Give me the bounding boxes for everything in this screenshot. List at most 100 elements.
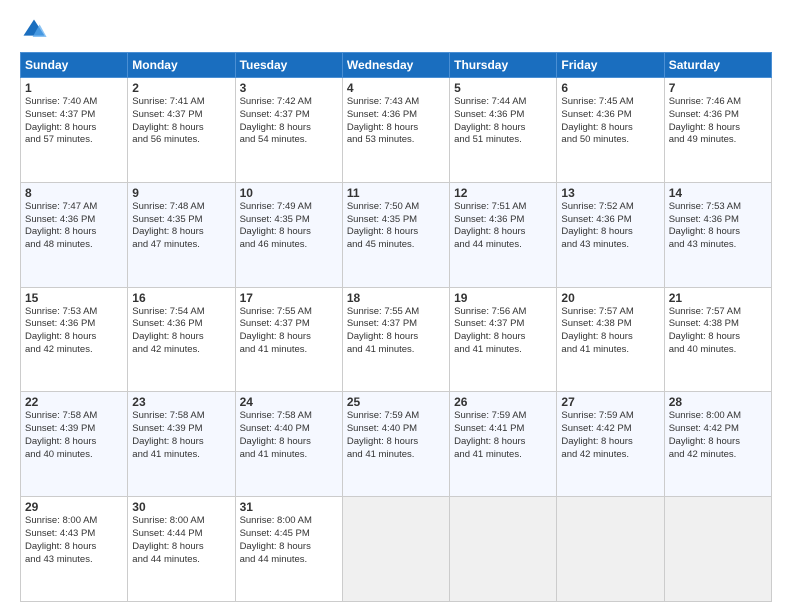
day-number: 1	[25, 81, 123, 95]
cell-content: Sunrise: 8:00 AMSunset: 4:45 PMDaylight:…	[240, 515, 338, 566]
cell-content: Sunrise: 7:59 AMSunset: 4:42 PMDaylight:…	[561, 410, 659, 461]
cell-content: Sunrise: 7:53 AMSunset: 4:36 PMDaylight:…	[25, 306, 123, 357]
cell-content: Sunrise: 7:55 AMSunset: 4:37 PMDaylight:…	[240, 306, 338, 357]
calendar-cell: 1Sunrise: 7:40 AMSunset: 4:37 PMDaylight…	[21, 78, 128, 183]
day-number: 22	[25, 395, 123, 409]
calendar-cell: 8Sunrise: 7:47 AMSunset: 4:36 PMDaylight…	[21, 182, 128, 287]
cell-content: Sunrise: 7:49 AMSunset: 4:35 PMDaylight:…	[240, 201, 338, 252]
calendar-cell: 31Sunrise: 8:00 AMSunset: 4:45 PMDayligh…	[235, 497, 342, 602]
day-number: 19	[454, 291, 552, 305]
logo-icon	[20, 16, 48, 44]
calendar-cell: 21Sunrise: 7:57 AMSunset: 4:38 PMDayligh…	[664, 287, 771, 392]
calendar-week-row: 22Sunrise: 7:58 AMSunset: 4:39 PMDayligh…	[21, 392, 772, 497]
day-number: 10	[240, 186, 338, 200]
day-number: 29	[25, 500, 123, 514]
calendar-cell: 7Sunrise: 7:46 AMSunset: 4:36 PMDaylight…	[664, 78, 771, 183]
day-number: 9	[132, 186, 230, 200]
day-number: 31	[240, 500, 338, 514]
day-number: 25	[347, 395, 445, 409]
day-number: 14	[669, 186, 767, 200]
cell-content: Sunrise: 7:58 AMSunset: 4:40 PMDaylight:…	[240, 410, 338, 461]
calendar-cell: 4Sunrise: 7:43 AMSunset: 4:36 PMDaylight…	[342, 78, 449, 183]
day-number: 6	[561, 81, 659, 95]
weekday-header-saturday: Saturday	[664, 53, 771, 78]
cell-content: Sunrise: 8:00 AMSunset: 4:42 PMDaylight:…	[669, 410, 767, 461]
calendar-cell	[450, 497, 557, 602]
calendar-cell: 23Sunrise: 7:58 AMSunset: 4:39 PMDayligh…	[128, 392, 235, 497]
day-number: 2	[132, 81, 230, 95]
calendar-cell: 15Sunrise: 7:53 AMSunset: 4:36 PMDayligh…	[21, 287, 128, 392]
calendar-cell: 26Sunrise: 7:59 AMSunset: 4:41 PMDayligh…	[450, 392, 557, 497]
cell-content: Sunrise: 7:50 AMSunset: 4:35 PMDaylight:…	[347, 201, 445, 252]
day-number: 27	[561, 395, 659, 409]
cell-content: Sunrise: 7:41 AMSunset: 4:37 PMDaylight:…	[132, 96, 230, 147]
page: SundayMondayTuesdayWednesdayThursdayFrid…	[0, 0, 792, 612]
calendar-cell: 24Sunrise: 7:58 AMSunset: 4:40 PMDayligh…	[235, 392, 342, 497]
day-number: 4	[347, 81, 445, 95]
cell-content: Sunrise: 7:59 AMSunset: 4:41 PMDaylight:…	[454, 410, 552, 461]
calendar-cell: 14Sunrise: 7:53 AMSunset: 4:36 PMDayligh…	[664, 182, 771, 287]
day-number: 30	[132, 500, 230, 514]
calendar-week-row: 15Sunrise: 7:53 AMSunset: 4:36 PMDayligh…	[21, 287, 772, 392]
day-number: 23	[132, 395, 230, 409]
day-number: 5	[454, 81, 552, 95]
weekday-header-friday: Friday	[557, 53, 664, 78]
day-number: 17	[240, 291, 338, 305]
cell-content: Sunrise: 7:44 AMSunset: 4:36 PMDaylight:…	[454, 96, 552, 147]
calendar-cell: 30Sunrise: 8:00 AMSunset: 4:44 PMDayligh…	[128, 497, 235, 602]
cell-content: Sunrise: 7:54 AMSunset: 4:36 PMDaylight:…	[132, 306, 230, 357]
cell-content: Sunrise: 7:45 AMSunset: 4:36 PMDaylight:…	[561, 96, 659, 147]
cell-content: Sunrise: 7:59 AMSunset: 4:40 PMDaylight:…	[347, 410, 445, 461]
calendar-cell: 6Sunrise: 7:45 AMSunset: 4:36 PMDaylight…	[557, 78, 664, 183]
day-number: 13	[561, 186, 659, 200]
day-number: 7	[669, 81, 767, 95]
weekday-header-thursday: Thursday	[450, 53, 557, 78]
cell-content: Sunrise: 7:57 AMSunset: 4:38 PMDaylight:…	[669, 306, 767, 357]
calendar-cell: 29Sunrise: 8:00 AMSunset: 4:43 PMDayligh…	[21, 497, 128, 602]
cell-content: Sunrise: 7:52 AMSunset: 4:36 PMDaylight:…	[561, 201, 659, 252]
calendar-table: SundayMondayTuesdayWednesdayThursdayFrid…	[20, 52, 772, 602]
day-number: 28	[669, 395, 767, 409]
calendar-cell: 12Sunrise: 7:51 AMSunset: 4:36 PMDayligh…	[450, 182, 557, 287]
cell-content: Sunrise: 8:00 AMSunset: 4:43 PMDaylight:…	[25, 515, 123, 566]
calendar-cell: 18Sunrise: 7:55 AMSunset: 4:37 PMDayligh…	[342, 287, 449, 392]
calendar-cell: 28Sunrise: 8:00 AMSunset: 4:42 PMDayligh…	[664, 392, 771, 497]
calendar-cell: 9Sunrise: 7:48 AMSunset: 4:35 PMDaylight…	[128, 182, 235, 287]
cell-content: Sunrise: 7:40 AMSunset: 4:37 PMDaylight:…	[25, 96, 123, 147]
calendar-cell: 19Sunrise: 7:56 AMSunset: 4:37 PMDayligh…	[450, 287, 557, 392]
weekday-header-wednesday: Wednesday	[342, 53, 449, 78]
cell-content: Sunrise: 7:58 AMSunset: 4:39 PMDaylight:…	[132, 410, 230, 461]
day-number: 24	[240, 395, 338, 409]
cell-content: Sunrise: 7:42 AMSunset: 4:37 PMDaylight:…	[240, 96, 338, 147]
day-number: 15	[25, 291, 123, 305]
cell-content: Sunrise: 7:56 AMSunset: 4:37 PMDaylight:…	[454, 306, 552, 357]
cell-content: Sunrise: 7:46 AMSunset: 4:36 PMDaylight:…	[669, 96, 767, 147]
calendar-cell	[557, 497, 664, 602]
cell-content: Sunrise: 7:58 AMSunset: 4:39 PMDaylight:…	[25, 410, 123, 461]
cell-content: Sunrise: 7:57 AMSunset: 4:38 PMDaylight:…	[561, 306, 659, 357]
day-number: 8	[25, 186, 123, 200]
weekday-header-tuesday: Tuesday	[235, 53, 342, 78]
header	[20, 16, 772, 44]
calendar-cell: 16Sunrise: 7:54 AMSunset: 4:36 PMDayligh…	[128, 287, 235, 392]
weekday-header-row: SundayMondayTuesdayWednesdayThursdayFrid…	[21, 53, 772, 78]
day-number: 11	[347, 186, 445, 200]
cell-content: Sunrise: 7:48 AMSunset: 4:35 PMDaylight:…	[132, 201, 230, 252]
calendar-cell: 20Sunrise: 7:57 AMSunset: 4:38 PMDayligh…	[557, 287, 664, 392]
calendar-cell: 5Sunrise: 7:44 AMSunset: 4:36 PMDaylight…	[450, 78, 557, 183]
cell-content: Sunrise: 8:00 AMSunset: 4:44 PMDaylight:…	[132, 515, 230, 566]
day-number: 26	[454, 395, 552, 409]
calendar-cell: 2Sunrise: 7:41 AMSunset: 4:37 PMDaylight…	[128, 78, 235, 183]
calendar-cell: 17Sunrise: 7:55 AMSunset: 4:37 PMDayligh…	[235, 287, 342, 392]
day-number: 16	[132, 291, 230, 305]
calendar-cell	[664, 497, 771, 602]
weekday-header-monday: Monday	[128, 53, 235, 78]
cell-content: Sunrise: 7:43 AMSunset: 4:36 PMDaylight:…	[347, 96, 445, 147]
day-number: 20	[561, 291, 659, 305]
day-number: 12	[454, 186, 552, 200]
day-number: 21	[669, 291, 767, 305]
cell-content: Sunrise: 7:53 AMSunset: 4:36 PMDaylight:…	[669, 201, 767, 252]
day-number: 18	[347, 291, 445, 305]
calendar-cell: 13Sunrise: 7:52 AMSunset: 4:36 PMDayligh…	[557, 182, 664, 287]
calendar-cell: 25Sunrise: 7:59 AMSunset: 4:40 PMDayligh…	[342, 392, 449, 497]
